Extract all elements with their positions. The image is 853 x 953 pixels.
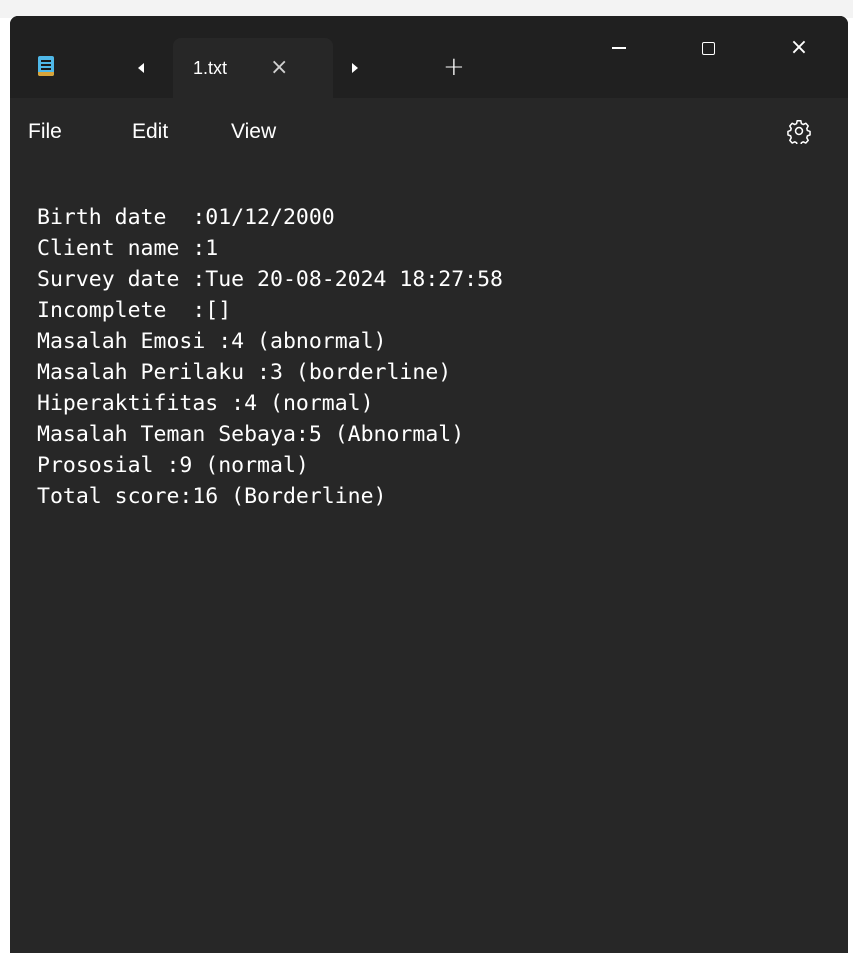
text-editor[interactable]: Birth date :01/12/2000 Client name :1 Su… (10, 166, 848, 953)
gear-icon[interactable] (786, 118, 812, 144)
maximize-button[interactable] (685, 30, 731, 66)
notepad-window: 1.txt × + × File Edit View Birth date:0… (10, 16, 848, 953)
menu-edit[interactable]: Edit (132, 120, 168, 144)
text-line: Masalah Teman Sebaya:5 (Abnormal) (37, 422, 465, 447)
text-line: Client name :1 (37, 236, 219, 261)
close-tab-button[interactable]: × (270, 55, 288, 80)
text-line: Birth date :01/12/2000 (37, 205, 335, 230)
title-bar[interactable]: 1.txt × + × (10, 16, 848, 98)
text-line: Total score:16 (Borderline) (37, 484, 387, 509)
close-window-button[interactable]: × (776, 30, 822, 66)
scroll-tabs-left-button[interactable] (129, 56, 153, 80)
menu-file[interactable]: File (28, 120, 62, 144)
text-line: Incomplete :[] (37, 298, 232, 323)
text-line: Survey date :Tue 20-08-2024 18:27:58 (37, 267, 503, 292)
maximize-icon (701, 41, 715, 55)
text-line: Masalah Emosi :4 (abnormal) (37, 329, 387, 354)
tab-1-txt[interactable]: 1.txt × (173, 38, 333, 98)
scroll-tabs-right-button[interactable] (343, 56, 367, 80)
menu-bar: File Edit View (10, 98, 848, 166)
menu-view[interactable]: View (231, 120, 276, 144)
caret-left-icon (138, 63, 144, 73)
text-line: Masalah Perilaku :3 (borderline) (37, 360, 452, 385)
text-line: Hiperaktifitas :4 (normal) (37, 391, 374, 416)
text-line: Prososial :9 (normal) (37, 453, 309, 478)
caret-right-icon (352, 63, 358, 73)
new-tab-button[interactable]: + (443, 52, 465, 82)
minimize-icon (612, 47, 626, 49)
tab-title: 1.txt (193, 58, 228, 78)
minimize-button[interactable] (596, 30, 642, 66)
notepad-icon (38, 56, 54, 76)
close-icon: × (789, 35, 809, 60)
document-text[interactable]: Birth date :01/12/2000 Client name :1 Su… (37, 202, 503, 512)
